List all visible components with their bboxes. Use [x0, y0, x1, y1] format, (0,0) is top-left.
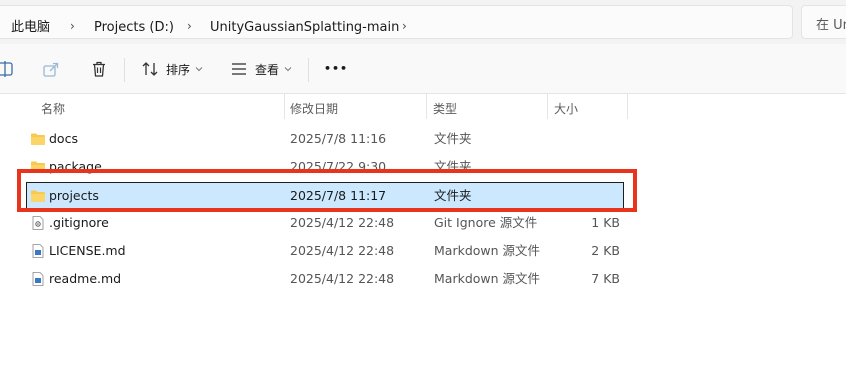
share-icon[interactable]: [42, 60, 60, 78]
chevron-right-icon[interactable]: ›: [402, 19, 407, 33]
file-type: Markdown 源文件: [434, 271, 541, 286]
column-separator[interactable]: [627, 94, 628, 119]
list-item[interactable]: LICENSE.md 2025/4/12 22:48 Markdown 源文件 …: [26, 237, 624, 265]
list-item[interactable]: .gitignore 2025/4/12 22:48 Git Ignore 源文…: [26, 209, 624, 237]
search-input-placeholder[interactable]: 在 Un: [816, 14, 846, 33]
file-date: 2025/4/12 22:48: [290, 271, 395, 286]
file-type: Markdown 源文件: [434, 243, 541, 258]
file-date: 2025/7/22 9:30: [290, 159, 387, 174]
column-header-name[interactable]: 名称: [41, 100, 65, 117]
file-date: 2025/7/8 11:17: [290, 188, 387, 203]
file-date: 2025/7/8 11:16: [290, 131, 387, 146]
view-button[interactable]: 查看: [255, 63, 279, 77]
column-separator[interactable]: [284, 94, 285, 119]
sort-button[interactable]: 排序: [166, 63, 190, 77]
breadcrumb-this-pc[interactable]: 此电脑: [11, 20, 50, 36]
markdown-file-icon: [32, 272, 44, 286]
file-type: Git Ignore 源文件: [434, 215, 538, 230]
file-size: 2 KB: [591, 243, 620, 258]
file-date: 2025/4/12 22:48: [290, 243, 395, 258]
list-item[interactable]: docs 2025/7/8 11:16 文件夹: [26, 125, 624, 153]
gear-file-icon: [32, 216, 44, 230]
address-bar-region: 此电脑 › Projects (D:) › UnityGaussianSplat…: [0, 0, 846, 44]
file-name: docs: [49, 131, 78, 146]
folder-icon: [31, 161, 45, 173]
folder-icon: [31, 190, 45, 202]
column-header-size[interactable]: 大小: [554, 100, 578, 117]
column-header-row: 名称 修改日期 类型 大小: [0, 94, 846, 120]
chevron-down-icon[interactable]: [195, 65, 203, 73]
file-name: projects: [49, 188, 99, 203]
file-size: 1 KB: [591, 215, 620, 230]
file-name: .gitignore: [49, 215, 109, 230]
search-box[interactable]: 在 Un: [801, 5, 846, 39]
list-item-selected[interactable]: projects 2025/7/8 11:17 文件夹: [26, 182, 624, 210]
breadcrumb-projects-drive[interactable]: Projects (D:): [94, 20, 174, 36]
column-header-type[interactable]: 类型: [433, 100, 457, 117]
column-separator[interactable]: [426, 94, 427, 119]
chevron-right-icon[interactable]: ›: [70, 19, 75, 33]
sort-icon[interactable]: [141, 60, 159, 78]
file-name: package: [49, 159, 102, 174]
list-item[interactable]: readme.md 2025/4/12 22:48 Markdown 源文件 7…: [26, 265, 624, 293]
breadcrumb-current-folder[interactable]: UnityGaussianSplatting-main: [210, 20, 399, 36]
rename-icon[interactable]: [0, 60, 14, 78]
more-options-button[interactable]: •••: [324, 62, 348, 76]
column-separator[interactable]: [547, 94, 548, 119]
markdown-file-icon: [32, 244, 44, 258]
list-item[interactable]: package 2025/7/22 9:30 文件夹: [26, 153, 624, 181]
file-name: readme.md: [49, 271, 122, 286]
folder-icon: [31, 133, 45, 145]
file-type: 文件夹: [434, 188, 472, 203]
view-icon[interactable]: [230, 60, 248, 78]
delete-icon[interactable]: [90, 60, 108, 78]
chevron-right-icon[interactable]: ›: [187, 19, 192, 33]
command-bar: 排序 查看 •••: [0, 44, 846, 94]
toolbar-divider: [124, 58, 125, 82]
column-header-date[interactable]: 修改日期: [290, 100, 338, 117]
file-date: 2025/4/12 22:48: [290, 215, 395, 230]
file-size: 7 KB: [591, 271, 620, 286]
file-type: 文件夹: [434, 159, 472, 174]
file-name: LICENSE.md: [49, 243, 126, 258]
chevron-down-icon[interactable]: [284, 65, 292, 73]
toolbar-divider: [308, 58, 309, 82]
address-bar[interactable]: 此电脑 › Projects (D:) › UnityGaussianSplat…: [0, 5, 793, 39]
file-type: 文件夹: [434, 131, 472, 146]
